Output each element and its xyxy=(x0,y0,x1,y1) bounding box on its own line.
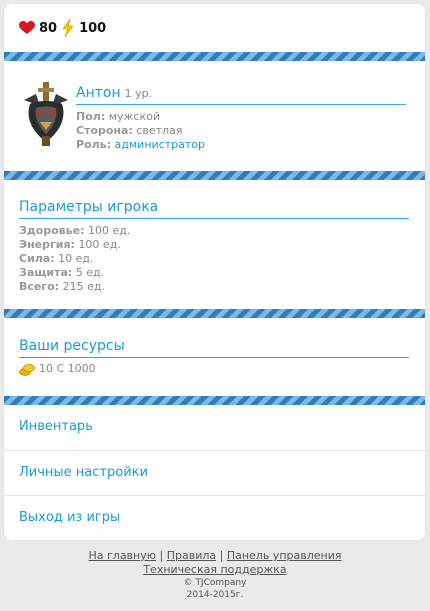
main-card: 80 100 Антон 1 ур. Пол: мужской Сторона: … xyxy=(4,4,425,540)
status-bar: 80 100 xyxy=(19,18,110,38)
divider-stripe xyxy=(4,171,425,180)
profile-row-gender: Пол: мужской xyxy=(76,110,161,123)
energy-value: 100 xyxy=(79,20,107,36)
stats-list: Здоровье: 100 ед. Энергия: 100 ед. Сила:… xyxy=(19,224,130,294)
menu-settings[interactable]: Личные настройки xyxy=(4,450,425,495)
stat-row: Защита: 5 ед. xyxy=(19,266,105,279)
profile-row-role: Роль: администратор xyxy=(76,138,205,151)
resources-title: Ваши ресурсы xyxy=(19,337,409,358)
stat-row: Энергия: 100 ед. xyxy=(19,238,121,251)
copyright: © TJCompany xyxy=(183,578,247,588)
stats-title: Параметры игрока xyxy=(19,198,409,219)
copyright-years: 2014-2015г. xyxy=(186,590,244,600)
footer-link-home[interactable]: На главную xyxy=(89,549,157,562)
player-level: 1 ур. xyxy=(124,87,153,100)
profile-info: Пол: мужской Сторона: светлая Роль: адми… xyxy=(76,110,205,152)
footer-link-rules[interactable]: Правила xyxy=(167,549,216,562)
health-value: 80 xyxy=(39,20,58,36)
divider-stripe xyxy=(4,396,425,405)
footer-link-control-panel[interactable]: Панель управления xyxy=(227,549,342,562)
lightning-icon xyxy=(62,19,74,37)
stat-row: Сила: 10 ед. xyxy=(19,252,94,265)
footer-nav: На главную | Правила | Панель управления xyxy=(88,549,342,562)
menu-inventory[interactable]: Инвентарь xyxy=(4,405,425,450)
profile-header: Антон 1 ур. xyxy=(76,84,406,105)
role-link[interactable]: администратор xyxy=(115,138,205,151)
resources-list: 10 С 1000 xyxy=(19,362,96,376)
avatar xyxy=(24,82,68,146)
gold-coins-icon xyxy=(19,363,35,376)
profile-row-side: Сторона: светлая xyxy=(76,124,183,137)
stat-row: Всего: 215 ед. xyxy=(19,280,105,293)
divider-stripe xyxy=(4,52,425,61)
menu-logout[interactable]: Выход из игры xyxy=(4,495,425,540)
divider-stripe xyxy=(4,309,425,318)
gold-amount: 10 С 1000 xyxy=(39,362,96,375)
player-name[interactable]: Антон xyxy=(76,85,121,101)
footer: На главную | Правила | Панель управления… xyxy=(0,549,430,601)
stat-row: Здоровье: 100 ед. xyxy=(19,224,131,237)
footer-link-support[interactable]: Техническая поддержка xyxy=(143,563,286,576)
heart-icon xyxy=(19,21,35,34)
